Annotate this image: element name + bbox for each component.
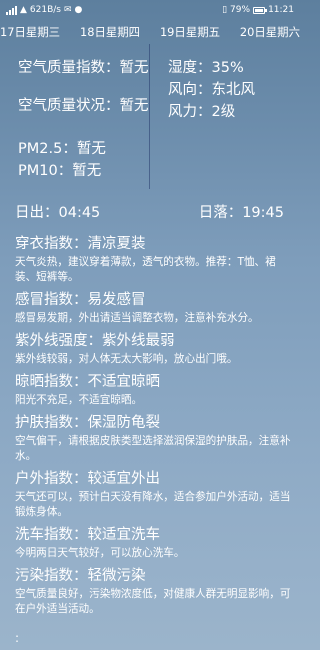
index-title: 洗车指数：较适宜洗车 [15, 527, 160, 543]
index-description: 空气偏干，请根据皮肤类型选择滋润保湿的护肤品，注意补水。 [15, 435, 291, 462]
status-right: ▯ 79% 11:21 [222, 5, 294, 15]
sun-times: 日出：04:45 日落：19:45 [0, 201, 300, 221]
more-indicator: : [15, 631, 20, 645]
forecast-day[interactable]: 18日星期四 [80, 24, 140, 40]
sunrise-time: 日出：04:45 [15, 204, 101, 221]
sunset-time: 日落：19:45 [198, 204, 284, 221]
vibrate-icon: ▯ [222, 5, 228, 15]
index-item-cold: 感冒指数：易发感冒 感冒易发期，外出请适当调整衣物，注意补充水分。 [0, 290, 300, 326]
pm10-value: PM10：暂无 [18, 163, 102, 179]
humidity-value: 湿度：35% [168, 60, 244, 76]
index-title: 户外指数：较适宜外出 [15, 471, 160, 487]
index-item-drying: 晾晒指数：不适宜晾晒 阳光不充足，不适宜晾晒。 [0, 372, 300, 408]
index-item-uv: 紫外线强度：紫外线最弱 紫外线较弱，对人体无太大影响，放心出门哦。 [0, 331, 300, 367]
clock-time: 11:21 [268, 5, 294, 15]
wind-direction: 风向：东北风 [168, 82, 255, 98]
battery-icon [253, 6, 268, 14]
weather-panel: 湿度：35% 风向：东北风 风力：2级 [150, 44, 300, 189]
forecast-day[interactable]: 17日星期三 [0, 24, 60, 40]
notification-icon: ● [74, 5, 83, 15]
index-title: 紫外线强度：紫外线最弱 [15, 333, 175, 349]
air-status: 空气质量状况：暂无 [18, 98, 149, 114]
pm25-value: PM2.5：暂无 [18, 141, 106, 157]
life-index-list: 穿衣指数：清凉夏装 天气炎热，建议穿着薄款，透气的衣物。推荐：T恤、裙装、短裤等… [0, 234, 300, 622]
index-item-outdoor: 户外指数：较适宜外出 天气还可以，预计白天没有降水，适合参加户外活动，适当锻炼身… [0, 469, 300, 520]
message-icon: ✉ [64, 5, 72, 15]
index-title: 穿衣指数：清凉夏装 [15, 236, 146, 252]
net-speed: 621B/s [29, 5, 61, 15]
index-title: 晾晒指数：不适宜晾晒 [15, 374, 160, 390]
index-item-clothing: 穿衣指数：清凉夏装 天气炎热，建议穿着薄款，透气的衣物。推荐：T恤、裙装、短裤等… [0, 234, 300, 285]
index-description: 紫外线较弱，对人体无太大影响，放心出门哦。 [15, 353, 238, 365]
forecast-days: 17日星期三 18日星期四 19日星期五 20日星期六 [0, 22, 300, 42]
index-title: 感冒指数：易发感冒 [15, 292, 146, 308]
aqi-value: 空气质量指数：暂无 [18, 60, 149, 76]
status-left: ▲ 621B/s ✉ ● [6, 5, 82, 15]
index-title: 护肤指数：保湿防龟裂 [15, 415, 160, 431]
forecast-day[interactable]: 20日星期六 [240, 24, 300, 40]
index-description: 感冒易发期，外出请适当调整衣物，注意补充水分。 [15, 312, 259, 324]
battery-percent: 79% [230, 5, 251, 15]
index-description: 阳光不充足，不适宜晾晒。 [15, 394, 143, 406]
forecast-day[interactable]: 19日星期五 [160, 24, 220, 40]
status-bar: ▲ 621B/s ✉ ● ▯ 79% 11:21 [0, 0, 300, 20]
index-description: 天气炎热，建议穿着薄款，透气的衣物。推荐：T恤、裙装、短裤等。 [15, 256, 276, 283]
index-description: 天气还可以，预计白天没有降水，适合参加户外活动，适当锻炼身体。 [15, 491, 291, 518]
index-description: 空气质量良好，污染物浓度低，对健康人群无明显影响，可在户外适当活动。 [15, 588, 291, 615]
index-title: 污染指数：轻微污染 [15, 568, 146, 584]
index-item-pollution: 污染指数：轻微污染 空气质量良好，污染物浓度低，对健康人群无明显影响，可在户外适… [0, 566, 300, 617]
wind-power: 风力：2级 [168, 104, 236, 120]
index-item-skincare: 护肤指数：保湿防龟裂 空气偏干，请根据皮肤类型选择滋润保湿的护肤品，注意补水。 [0, 413, 300, 464]
index-item-carwash: 洗车指数：较适宜洗车 今明两日天气较好，可以放心洗车。 [0, 525, 300, 561]
index-description: 今明两日天气较好，可以放心洗车。 [15, 547, 185, 559]
info-panel: 空气质量指数：暂无 空气质量状况：暂无 PM2.5：暂无 PM10：暂无 湿度：… [0, 44, 300, 189]
air-quality-panel: 空气质量指数：暂无 空气质量状况：暂无 PM2.5：暂无 PM10：暂无 [0, 44, 150, 189]
wifi-icon: ▲ [20, 5, 27, 15]
signal-icon [6, 5, 17, 15]
